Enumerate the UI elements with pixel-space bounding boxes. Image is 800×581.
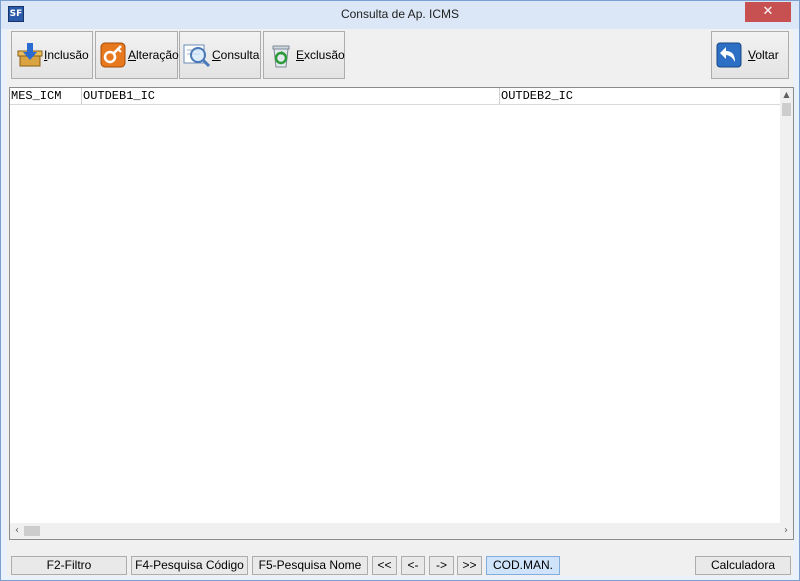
scroll-up-icon[interactable]: ▲ xyxy=(780,88,793,101)
column-header-outdeb1-ic[interactable]: OUTDEB1_IC xyxy=(82,88,500,104)
back-arrow-icon xyxy=(714,40,744,70)
vertical-scrollbar[interactable]: ▲ xyxy=(780,88,793,523)
recycle-bin-icon xyxy=(266,40,296,70)
scroll-left-icon[interactable]: ‹ xyxy=(10,523,24,539)
last-record-button[interactable]: >> xyxy=(457,556,482,575)
column-header-outdeb2-ic[interactable]: OUTDEB2_IC xyxy=(500,88,781,104)
scroll-right-icon[interactable]: › xyxy=(779,523,793,539)
previous-record-button[interactable]: <- xyxy=(401,556,425,575)
consulta-magnifier-icon xyxy=(182,40,212,70)
inclusao-box-icon xyxy=(14,40,44,70)
client-area: Inclusão Alteração Consulta Exclusão Vol… xyxy=(7,29,794,576)
grid-header: MES_ICM OUTDEB1_IC OUTDEB2_IC xyxy=(10,88,781,105)
cod-man-button[interactable]: COD.MAN. xyxy=(486,556,560,575)
calculadora-button[interactable]: Calculadora xyxy=(695,556,791,575)
app-window: SF Consulta de Ap. ICMS ✕ Inclusão Alter… xyxy=(0,0,800,581)
next-record-button[interactable]: -> xyxy=(429,556,454,575)
consulta-button[interactable]: Consulta xyxy=(179,31,261,79)
f5-pesquisa-nome-button[interactable]: F5-Pesquisa Nome xyxy=(252,556,368,575)
window-title: Consulta de Ap. ICMS xyxy=(340,7,460,21)
alteracao-button[interactable]: Alteração xyxy=(95,31,179,79)
f4-pesquisa-codigo-button[interactable]: F4-Pesquisa Código xyxy=(131,556,248,575)
data-grid[interactable]: MES_ICM OUTDEB1_IC OUTDEB2_IC ▲ ‹ › xyxy=(9,87,794,540)
horizontal-scroll-thumb[interactable] xyxy=(24,526,40,536)
status-bar: F2-Filtro F4-Pesquisa Código F5-Pesquisa… xyxy=(7,550,793,576)
horizontal-scrollbar[interactable]: ‹ › xyxy=(10,523,793,539)
column-header-mes-icm[interactable]: MES_ICM xyxy=(10,88,82,104)
alteracao-key-icon xyxy=(98,40,128,70)
f2-filtro-button[interactable]: F2-Filtro xyxy=(11,556,127,575)
title-bar[interactable]: SF Consulta de Ap. ICMS ✕ xyxy=(1,1,799,29)
first-record-button[interactable]: << xyxy=(372,556,397,575)
vertical-scroll-thumb[interactable] xyxy=(782,103,791,116)
exclusao-button[interactable]: Exclusão xyxy=(263,31,345,79)
close-button[interactable]: ✕ xyxy=(745,2,791,22)
inclusao-button[interactable]: Inclusão xyxy=(11,31,93,79)
voltar-button[interactable]: Voltar xyxy=(711,31,789,79)
